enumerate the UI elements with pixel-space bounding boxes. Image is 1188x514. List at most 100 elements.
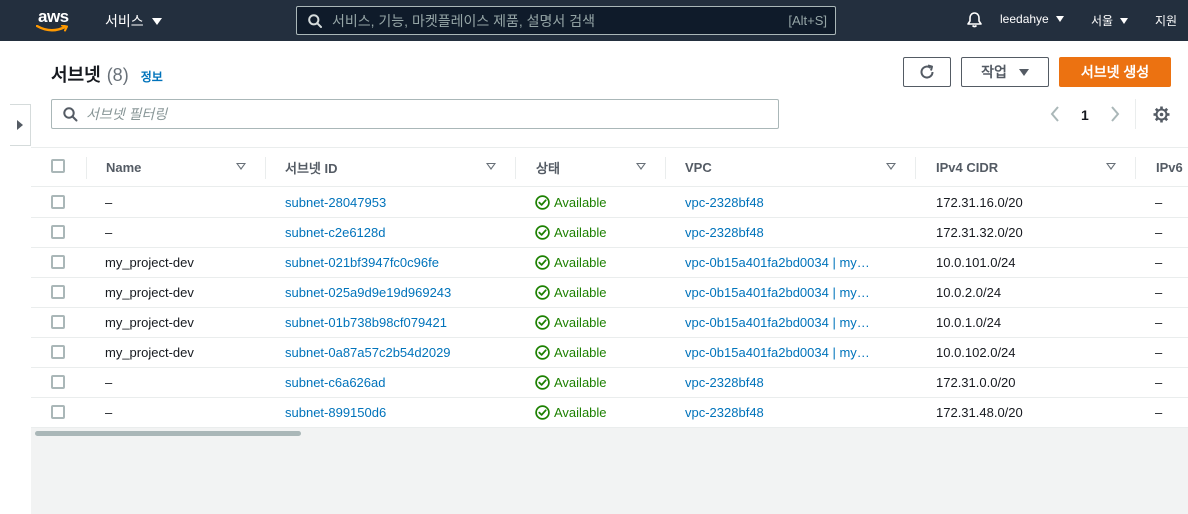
- ipv6-value: –: [1155, 195, 1163, 210]
- ipv6-value: –: [1155, 345, 1163, 360]
- row-checkbox[interactable]: [51, 315, 65, 329]
- column-divider: [86, 157, 87, 179]
- vpc-cell: vpc-0b15a401fa2bd0034 | my…: [685, 338, 893, 367]
- aws-logo[interactable]: aws: [36, 7, 70, 34]
- subnet-id-link[interactable]: subnet-c2e6128d: [285, 225, 385, 240]
- vpc-link[interactable]: vpc-2328bf48: [685, 375, 764, 390]
- table-header: Name 서브넷 ID 상태 VPC IPv4 CIDR IPv6: [31, 147, 1188, 187]
- create-subnet-button[interactable]: 서브넷 생성: [1059, 57, 1171, 87]
- subnet-id-link[interactable]: subnet-899150d6: [285, 405, 386, 420]
- status-cell: Available: [535, 338, 660, 367]
- sort-icon: [236, 163, 246, 170]
- sort-icon: [636, 163, 646, 170]
- table-row[interactable]: – subnet-28047953 Available vpc-2328bf48 172…: [31, 188, 1188, 218]
- subnet-id-link[interactable]: subnet-021bf3947fc0c96fe: [285, 255, 439, 270]
- actions-dropdown[interactable]: 작업: [961, 57, 1049, 87]
- subnet-id-cell: subnet-025a9d9e19d969243: [285, 278, 510, 307]
- vpc-cell: vpc-2328bf48: [685, 188, 893, 217]
- column-header-status[interactable]: 상태: [536, 148, 666, 186]
- table-row[interactable]: my_project-dev subnet-01b738b98cf079421 Av…: [31, 308, 1188, 338]
- caret-down-icon: [1018, 68, 1029, 76]
- name-cell: my_project-dev: [105, 248, 265, 277]
- ipv4-cidr-value: 10.0.2.0/24: [936, 285, 1002, 300]
- subnet-count: (8): [106, 65, 129, 85]
- vpc-cell: vpc-0b15a401fa2bd0034 | my…: [685, 248, 893, 277]
- top-navigation: aws 서비스 서비스, 기능, 마켓플레이스 제품, 설명서 검색 [Alt+…: [0, 0, 1188, 41]
- user-menu[interactable]: leedahye: [1000, 12, 1064, 26]
- table-row[interactable]: – subnet-c6a626ad Available vpc-2328bf48 172…: [31, 368, 1188, 398]
- row-checkbox[interactable]: [51, 285, 65, 299]
- subnet-id-link[interactable]: subnet-01b738b98cf079421: [285, 315, 447, 330]
- column-header-ipv4-cidr[interactable]: IPv4 CIDR: [936, 148, 1156, 186]
- notifications-button[interactable]: [966, 11, 983, 28]
- column-header-subnet-id[interactable]: 서브넷 ID: [285, 148, 505, 186]
- vpc-link[interactable]: vpc-0b15a401fa2bd0034 | my…: [685, 345, 870, 360]
- subnet-id-cell: subnet-021bf3947fc0c96fe: [285, 248, 510, 277]
- subnet-id-link[interactable]: subnet-025a9d9e19d969243: [285, 285, 451, 300]
- vpc-link[interactable]: vpc-0b15a401fa2bd0034 | my…: [685, 315, 870, 330]
- region-menu[interactable]: 서울: [1091, 12, 1129, 29]
- next-page-button[interactable]: [1108, 104, 1122, 124]
- ipv4-cidr-value: 172.31.0.0/20: [936, 375, 1016, 390]
- status-text: Available: [554, 375, 607, 390]
- subnet-id-link[interactable]: subnet-28047953: [285, 195, 386, 210]
- page-number[interactable]: 1: [1081, 107, 1089, 123]
- table-row[interactable]: – subnet-c2e6128d Available vpc-2328bf48 172…: [31, 218, 1188, 248]
- logo-text: aws: [38, 7, 69, 26]
- vpc-link[interactable]: vpc-0b15a401fa2bd0034 | my…: [685, 255, 870, 270]
- expand-side-nav-button[interactable]: [10, 104, 31, 146]
- bell-icon: [967, 12, 982, 28]
- row-checkbox[interactable]: [51, 345, 65, 359]
- status-text: Available: [554, 405, 607, 420]
- column-header-name[interactable]: Name: [106, 148, 266, 186]
- vpc-link[interactable]: vpc-2328bf48: [685, 225, 764, 240]
- table-row[interactable]: my_project-dev subnet-021bf3947fc0c96fe Av…: [31, 248, 1188, 278]
- ipv6-value: –: [1155, 225, 1163, 240]
- previous-page-button[interactable]: [1048, 104, 1062, 124]
- gear-icon: [1153, 106, 1169, 122]
- ipv4-cidr-cell: 10.0.2.0/24: [936, 278, 1136, 307]
- subnet-id-link[interactable]: subnet-c6a626ad: [285, 375, 385, 390]
- sort-icon: [486, 163, 496, 170]
- ipv6-value: –: [1155, 255, 1163, 270]
- ipv4-cidr-cell: 10.0.101.0/24: [936, 248, 1136, 277]
- row-checkbox[interactable]: [51, 255, 65, 269]
- horizontal-scrollbar[interactable]: [35, 431, 301, 436]
- subnet-id-cell: subnet-c6a626ad: [285, 368, 510, 397]
- row-checkbox[interactable]: [51, 225, 65, 239]
- refresh-button[interactable]: [903, 57, 951, 87]
- vpc-link[interactable]: vpc-0b15a401fa2bd0034 | my…: [685, 285, 870, 300]
- available-check-icon: [535, 315, 550, 330]
- row-checkbox[interactable]: [51, 195, 65, 209]
- available-check-icon: [535, 255, 550, 270]
- services-menu[interactable]: 서비스: [105, 11, 162, 31]
- caret-down-icon: [151, 17, 162, 25]
- column-header-vpc[interactable]: VPC: [685, 148, 905, 186]
- global-search-input[interactable]: 서비스, 기능, 마켓플레이스 제품, 설명서 검색 [Alt+S]: [296, 6, 836, 35]
- caret-down-icon: [1055, 16, 1064, 22]
- table-row[interactable]: – subnet-899150d6 Available vpc-2328bf48 172…: [31, 398, 1188, 428]
- preferences-button[interactable]: [1151, 104, 1171, 124]
- row-checkbox[interactable]: [51, 375, 65, 389]
- vpc-link[interactable]: vpc-2328bf48: [685, 195, 764, 210]
- actions-label: 작업: [981, 64, 1007, 80]
- search-placeholder: 서비스, 기능, 마켓플레이스 제품, 설명서 검색: [332, 12, 595, 29]
- subnet-name: my_project-dev: [105, 315, 194, 330]
- support-menu[interactable]: 지원: [1155, 12, 1177, 29]
- ipv6-cell: –: [1155, 398, 1185, 427]
- table-row[interactable]: my_project-dev subnet-0a87a57c2b54d2029 Av…: [31, 338, 1188, 368]
- subnet-filter-input[interactable]: 서브넷 필터링: [51, 99, 779, 129]
- info-link[interactable]: 정보: [141, 68, 163, 85]
- select-all-checkbox[interactable]: [51, 159, 65, 173]
- table-row[interactable]: my_project-dev subnet-025a9d9e19d969243 Av…: [31, 278, 1188, 308]
- ipv6-cell: –: [1155, 338, 1185, 367]
- search-icon: [63, 106, 78, 121]
- status-cell: Available: [535, 218, 660, 247]
- column-header-ipv6[interactable]: IPv6: [1156, 148, 1188, 186]
- subnet-id-link[interactable]: subnet-0a87a57c2b54d2029: [285, 345, 451, 360]
- ipv6-cell: –: [1155, 308, 1185, 337]
- subnet-id-cell: subnet-01b738b98cf079421: [285, 308, 510, 337]
- logo-smile-icon: [36, 25, 68, 32]
- row-checkbox[interactable]: [51, 405, 65, 419]
- vpc-link[interactable]: vpc-2328bf48: [685, 405, 764, 420]
